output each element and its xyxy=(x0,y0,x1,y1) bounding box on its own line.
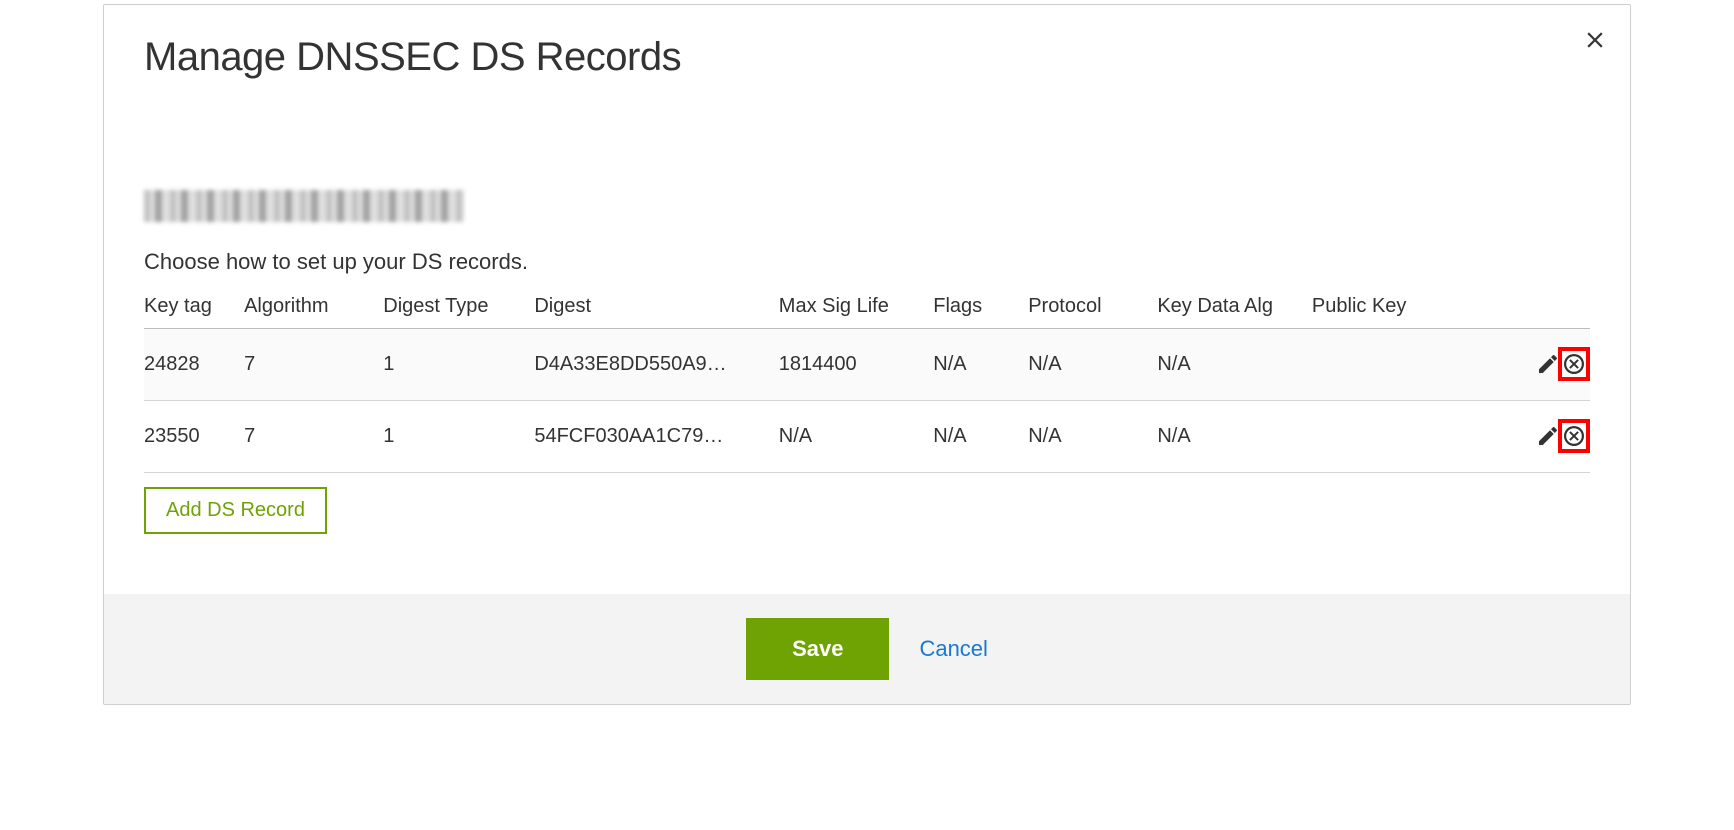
col-actions xyxy=(1518,295,1590,329)
save-button[interactable]: Save xyxy=(746,618,889,680)
modal-title: Manage DNSSEC DS Records xyxy=(144,35,1590,80)
col-protocol: Protocol xyxy=(1028,295,1157,329)
cell-protocol: N/A xyxy=(1028,401,1157,473)
cell-flags: N/A xyxy=(933,401,1028,473)
delete-icon[interactable] xyxy=(1562,424,1586,448)
close-icon[interactable] xyxy=(1582,27,1608,58)
col-digest-type: Digest Type xyxy=(383,295,534,329)
cell-protocol: N/A xyxy=(1028,329,1157,401)
cell-flags: N/A xyxy=(933,329,1028,401)
col-flags: Flags xyxy=(933,295,1028,329)
table-row: 24828 7 1 D4A33E8DD550A9… 1814400 N/A N/… xyxy=(144,329,1590,401)
cancel-link[interactable]: Cancel xyxy=(919,636,987,662)
edit-icon[interactable] xyxy=(1536,352,1560,376)
dnssec-ds-modal: Manage DNSSEC DS Records Choose how to s… xyxy=(103,4,1631,705)
modal-footer: Save Cancel xyxy=(104,594,1630,704)
delete-highlight xyxy=(1558,419,1590,453)
cell-max-sig-life: 1814400 xyxy=(779,329,933,401)
cell-algorithm: 7 xyxy=(244,329,383,401)
col-digest: Digest xyxy=(534,295,778,329)
instruction-text: Choose how to set up your DS records. xyxy=(144,249,1590,275)
cell-key-tag: 23550 xyxy=(144,401,244,473)
cell-actions xyxy=(1518,329,1590,401)
domain-name-redacted xyxy=(144,190,464,222)
delete-highlight xyxy=(1558,347,1590,381)
cell-digest-type: 1 xyxy=(383,401,534,473)
cell-algorithm: 7 xyxy=(244,401,383,473)
col-key-data-alg: Key Data Alg xyxy=(1157,295,1312,329)
cell-key-data-alg: N/A xyxy=(1157,401,1312,473)
cell-key-data-alg: N/A xyxy=(1157,329,1312,401)
cell-public-key xyxy=(1312,329,1518,401)
table-header-row: Key tag Algorithm Digest Type Digest Max… xyxy=(144,295,1590,329)
cell-key-tag: 24828 xyxy=(144,329,244,401)
cell-digest: 54FCF030AA1C79… xyxy=(534,401,778,473)
modal-content: Manage DNSSEC DS Records Choose how to s… xyxy=(104,5,1630,534)
modal-inner: Manage DNSSEC DS Records Choose how to s… xyxy=(104,5,1630,704)
col-max-sig-life: Max Sig Life xyxy=(779,295,933,329)
cell-digest: D4A33E8DD550A9… xyxy=(534,329,778,401)
col-key-tag: Key tag xyxy=(144,295,244,329)
add-ds-record-button[interactable]: Add DS Record xyxy=(144,487,327,534)
cell-actions xyxy=(1518,401,1590,473)
edit-icon[interactable] xyxy=(1536,424,1560,448)
cell-digest-type: 1 xyxy=(383,329,534,401)
cell-public-key xyxy=(1312,401,1518,473)
col-algorithm: Algorithm xyxy=(244,295,383,329)
cell-max-sig-life: N/A xyxy=(779,401,933,473)
delete-icon[interactable] xyxy=(1562,352,1586,376)
ds-records-table: Key tag Algorithm Digest Type Digest Max… xyxy=(144,295,1590,473)
col-public-key: Public Key xyxy=(1312,295,1518,329)
table-row: 23550 7 1 54FCF030AA1C79… N/A N/A N/A N/… xyxy=(144,401,1590,473)
